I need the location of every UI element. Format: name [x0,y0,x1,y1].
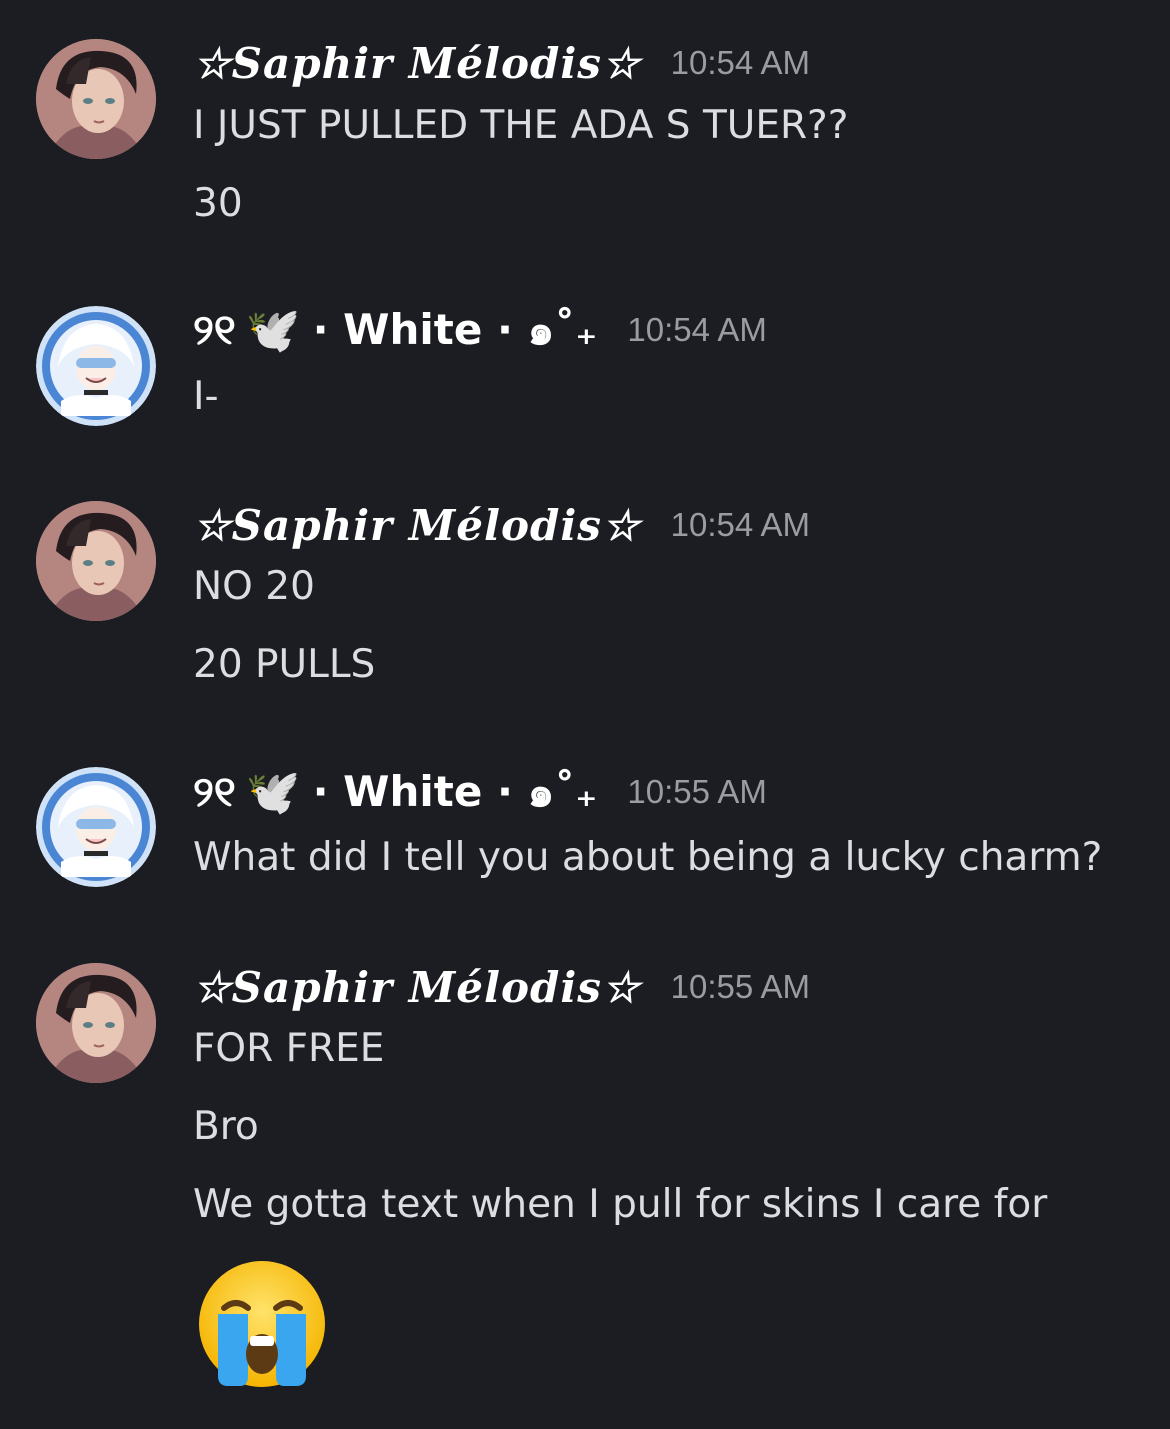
avatar-white[interactable] [36,767,156,887]
username-prefix: ୨୧ [193,767,236,816]
username-saphir[interactable]: ☆Saphir Mélodis☆ [193,501,641,550]
avatar-saphir-image [36,963,156,1083]
timestamp: 10:54 AM [670,506,811,543]
avatar-saphir-image [36,501,156,621]
username-prefix: ୨୧ [193,305,236,354]
timestamp: 10:54 AM [627,311,767,348]
dove-icon: 🕊️ [245,767,301,818]
username-saphir[interactable]: ☆Saphir Mélodis☆ [193,963,641,1012]
message-header: ☆Saphir Mélodis☆ 10:54 AM [193,495,810,555]
message-text: FOR FREE [193,1026,385,1071]
message-text: I JUST PULLED THE ADA S TUER?? [193,103,849,148]
avatar-white-image [36,767,156,887]
username-text: · White · ๑˚₊ [312,305,598,354]
message-header: ☆Saphir Mélodis☆ 10:54 AM [193,33,810,93]
message-text: 20 PULLS [193,642,376,687]
avatar-white[interactable] [36,306,156,426]
message-text: NO 20 [193,564,315,609]
avatar-saphir[interactable] [36,39,156,159]
username-white[interactable]: ୨୧ 🕊️ · White · ๑˚₊ [193,297,597,363]
timestamp: 10:55 AM [627,773,767,810]
username-saphir[interactable]: ☆Saphir Mélodis☆ [193,39,641,88]
message-header: ୨୧ 🕊️ · White · ๑˚₊ 10:55 AM [193,762,767,822]
username-text: · White · ๑˚₊ [312,767,598,816]
message-text: 30 [193,181,243,226]
message-text: What did I tell you about being a lucky … [193,835,1103,880]
timestamp: 10:55 AM [670,968,811,1005]
username-white[interactable]: ୨୧ 🕊️ · White · ๑˚₊ [193,759,597,825]
avatar-saphir-image [36,39,156,159]
message-text: I- [193,374,219,419]
loudly-crying-face-icon [199,1261,325,1387]
message-text: Bro [193,1104,259,1149]
message-text: We gotta text when I pull for skins I ca… [193,1182,1048,1227]
message-header: ☆Saphir Mélodis☆ 10:55 AM [193,957,810,1017]
message-header: ୨୧ 🕊️ · White · ๑˚₊ 10:54 AM [193,300,767,360]
avatar-saphir[interactable] [36,501,156,621]
avatar-saphir[interactable] [36,963,156,1083]
avatar-white-image [36,306,156,426]
timestamp: 10:54 AM [670,44,811,81]
dove-icon: 🕊️ [245,305,301,356]
